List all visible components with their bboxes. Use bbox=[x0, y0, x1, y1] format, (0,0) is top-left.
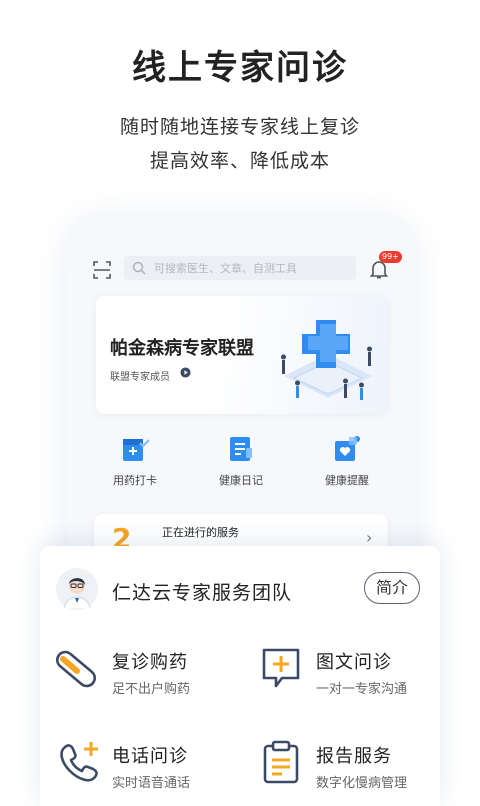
func-medicine-checkin[interactable]: 用药打卡 bbox=[90, 434, 180, 488]
service-title: 正在进行的服务 bbox=[162, 526, 239, 539]
function-row: 用药打卡 健康日记 健康提醒 bbox=[96, 434, 388, 504]
service-phone-consult[interactable]: 电话问诊 实时语音通话 bbox=[56, 740, 236, 800]
team-name: 仁达云专家服务团队 bbox=[112, 582, 293, 604]
service-desc-phone: 实时语音通话 bbox=[112, 776, 191, 791]
banner-link[interactable]: 联盟专家成员 bbox=[110, 368, 170, 383]
service-desc-report: 数字化慢病管理 bbox=[316, 776, 408, 791]
health-diary-icon bbox=[230, 437, 252, 461]
notification-badge: 99+ bbox=[379, 251, 402, 263]
service-revisit-medicine[interactable]: 复诊购药 足不出户购药 bbox=[56, 646, 236, 706]
intro-button[interactable]: 简介 bbox=[364, 572, 420, 604]
banner-title: 帕金森病专家联盟 bbox=[110, 338, 254, 359]
search-icon bbox=[132, 261, 146, 275]
chat-plus-icon bbox=[262, 648, 300, 688]
team-card: 仁达云专家服务团队 简介 复诊购药 足不出户购药 图文问诊 一对一专家沟通 电话… bbox=[40, 546, 440, 806]
search-placeholder: 可搜索医生、文章、自测工具 bbox=[154, 262, 297, 275]
service-title-phone: 电话问诊 bbox=[112, 746, 188, 767]
clipboard-icon bbox=[263, 740, 299, 784]
search-input[interactable]: 可搜索医生、文章、自测工具 bbox=[124, 256, 356, 280]
scan-icon[interactable] bbox=[92, 260, 112, 280]
hero-subtitle-line1: 随时随地连接专家线上复诊 bbox=[119, 116, 360, 138]
service-title-revisit: 复诊购药 bbox=[112, 652, 188, 673]
chevron-right-icon: › bbox=[366, 528, 373, 547]
service-desc-text: 一对一专家沟通 bbox=[316, 682, 408, 697]
func-health-diary[interactable]: 健康日记 bbox=[196, 434, 286, 488]
pill-icon bbox=[56, 650, 97, 688]
service-desc-revisit: 足不出户购药 bbox=[112, 682, 191, 697]
service-title-text: 图文问诊 bbox=[316, 652, 392, 673]
medical-cross-illustration bbox=[281, 320, 372, 400]
phone-plus-icon bbox=[60, 742, 98, 782]
func-label-reminder: 健康提醒 bbox=[325, 474, 369, 487]
service-report[interactable]: 报告服务 数字化慢病管理 bbox=[260, 740, 440, 800]
hero-title: 线上专家问诊 bbox=[132, 48, 348, 88]
medicine-checkin-icon bbox=[123, 439, 150, 461]
hero-subtitle-line2: 提高效率、降低成本 bbox=[149, 150, 330, 172]
play-icon bbox=[180, 367, 191, 378]
func-label-medicine: 用药打卡 bbox=[113, 474, 157, 487]
func-label-diary: 健康日记 bbox=[219, 474, 263, 487]
health-reminder-icon bbox=[335, 436, 360, 461]
func-health-reminder[interactable]: 健康提醒 bbox=[302, 434, 392, 488]
avatar bbox=[56, 568, 98, 610]
service-text-consult[interactable]: 图文问诊 一对一专家沟通 bbox=[260, 646, 440, 706]
alliance-banner[interactable]: 帕金森病专家联盟 联盟专家成员 bbox=[96, 296, 388, 414]
app-top-bar: 可搜索医生、文章、自测工具 99+ bbox=[66, 251, 416, 286]
service-title-report: 报告服务 bbox=[316, 746, 392, 767]
